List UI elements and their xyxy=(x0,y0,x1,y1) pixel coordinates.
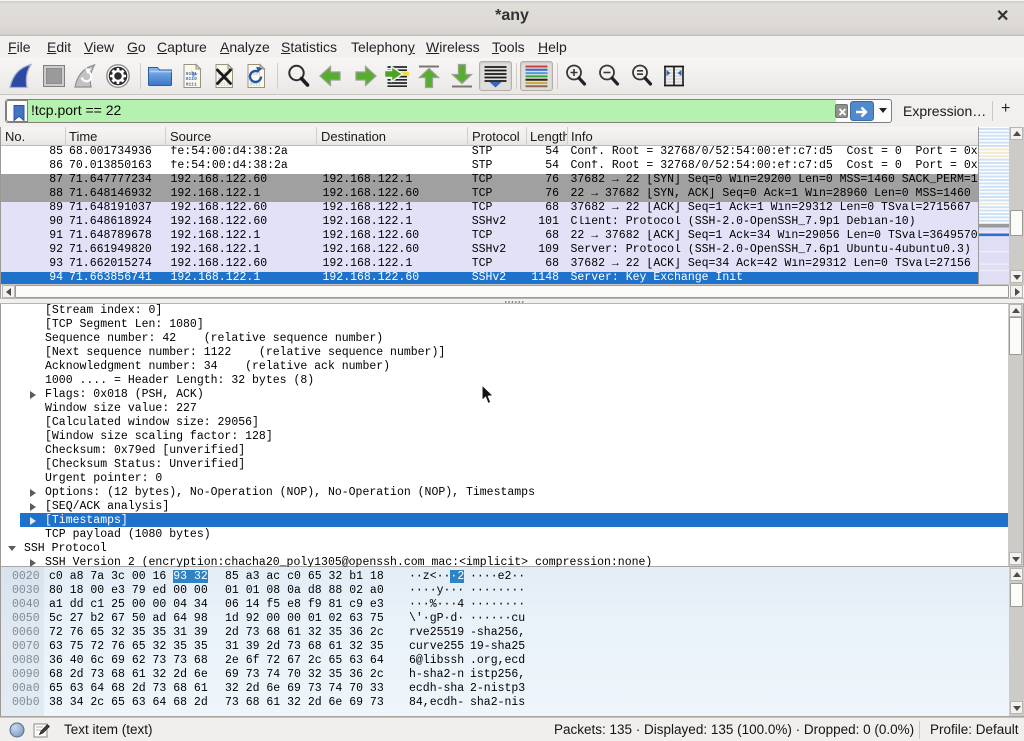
svg-text:0101: 0101 xyxy=(186,71,197,77)
svg-text:0111: 0111 xyxy=(186,81,197,87)
svg-text:0110: 0110 xyxy=(186,76,197,82)
